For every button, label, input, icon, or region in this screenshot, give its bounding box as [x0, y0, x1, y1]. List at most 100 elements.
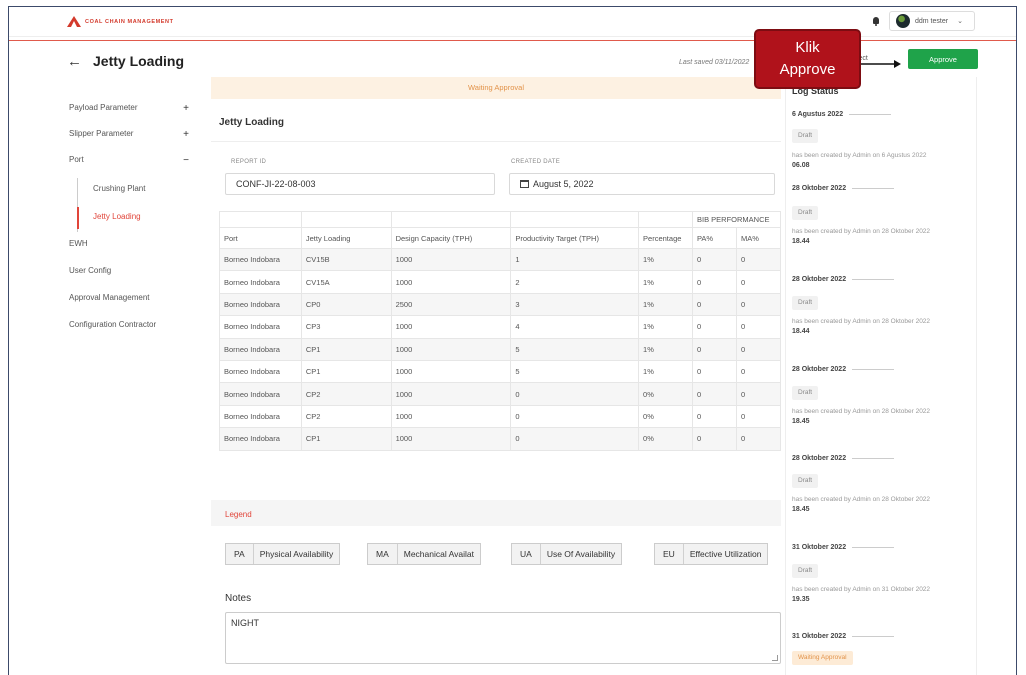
log-entry-text: has been created by Admin on 28 Oktober …: [792, 495, 970, 514]
notes-label: Notes: [225, 593, 252, 604]
table-cell: 1000: [390, 315, 512, 339]
back-arrow-icon[interactable]: ←: [67, 53, 82, 70]
legend-name: Use Of Availability: [546, 549, 616, 559]
sidebar-item-payload-parameter[interactable]: Payload Parameter +: [69, 103, 189, 114]
table-cell: Borneo Indobara: [219, 315, 302, 339]
table-cell: 1%: [638, 292, 693, 317]
table-cell: Borneo Indobara: [219, 247, 302, 272]
log-entry-description: has been created by Admin on 28 Oktober …: [792, 228, 931, 235]
table-cell: 0: [691, 270, 737, 294]
legend-code: MA: [368, 544, 398, 564]
table-header: MA%: [735, 227, 782, 249]
table-cell: 4: [510, 315, 640, 339]
log-entry-time: 18.45: [792, 418, 810, 425]
table-cell: Borneo Indobara: [219, 292, 302, 317]
report-id-label: REPORT ID: [231, 159, 267, 165]
legend-code: UA: [512, 544, 541, 564]
table-header: Jetty Loading: [300, 227, 392, 249]
bell-icon[interactable]: [871, 16, 881, 27]
table-cell: 0: [735, 382, 782, 406]
status-badge: Waiting Approval: [792, 651, 853, 665]
log-entry-time: 06.08: [792, 162, 810, 169]
status-badge: Draft: [792, 296, 819, 310]
log-date: 28 Oktober 2022: [792, 366, 894, 373]
status-badge: Draft: [792, 386, 819, 400]
table-cell: CP3: [300, 315, 392, 339]
table-cell: 0: [735, 404, 782, 429]
sidebar-item-configuration-contractor[interactable]: Configuration Contractor: [69, 320, 189, 329]
sidebar-item-label: Payload Parameter: [69, 103, 138, 112]
table-cell: 2500: [390, 292, 512, 317]
legend-band: [211, 500, 781, 526]
table-header-blank: [390, 211, 512, 228]
sidebar-item-ewh[interactable]: EWH: [69, 239, 189, 248]
active-indicator: [77, 207, 79, 229]
table-row: Borneo Indobara CP2 1000 0 0% 0 0: [219, 404, 782, 429]
callout-arrow-icon: [861, 60, 901, 68]
table-cell: 1: [510, 247, 640, 272]
section-title: Jetty Loading: [219, 117, 285, 128]
minus-icon[interactable]: −: [183, 155, 189, 166]
table-cell: 1000: [390, 427, 512, 451]
sidebar-item-slipper-parameter[interactable]: Slipper Parameter +: [69, 129, 189, 140]
legend-chip-ua: UA Use Of Availability: [511, 543, 623, 565]
sidebar-item-crushing-plant[interactable]: Crushing Plant: [93, 184, 145, 193]
log-status-panel: Log Status 6 Agustus 2022 Draft has been c…: [785, 77, 977, 675]
legend-code: EU: [655, 544, 684, 564]
log-date: 28 Oktober 2022: [792, 276, 894, 283]
status-badge: Draft: [792, 564, 819, 578]
brand-logo[interactable]: COAL CHAIN MANAGEMENT: [67, 16, 174, 27]
table-cell: CP2: [300, 404, 392, 429]
report-id-field[interactable]: CONF-JI-22-08-003: [225, 173, 495, 195]
user-name: ddm tester: [915, 17, 949, 25]
legend-code: PA: [226, 544, 254, 564]
log-entry-time: 18.44: [792, 238, 810, 245]
data-table: BIB PERFORMANCE Port Jetty Loading Desig…: [219, 211, 782, 451]
table-cell: CV15B: [300, 247, 392, 272]
table-cell: 0%: [638, 427, 693, 451]
table-cell: 0: [691, 247, 737, 272]
log-entry-description: has been created by Admin on 6 Agustus 2…: [792, 152, 927, 159]
table-cell: 0: [691, 382, 737, 406]
approve-button[interactable]: Approve: [908, 49, 978, 69]
table-header: Percentage: [638, 227, 693, 249]
table-row: Borneo Indobara CP3 1000 4 1% 0 0: [219, 315, 782, 339]
table-header: Port: [219, 227, 302, 249]
table-header: PA%: [691, 227, 737, 249]
table-cell: CP2: [300, 382, 392, 406]
sidebar-item-label: Slipper Parameter: [69, 129, 134, 138]
table-cell: CP0: [300, 292, 392, 317]
status-banner: Waiting Approval: [211, 77, 781, 99]
log-entry-text: has been created by Admin on 6 Agustus 2…: [792, 151, 970, 170]
table-header-blank: [300, 211, 392, 228]
sidebar-item-port[interactable]: Port −: [69, 155, 189, 166]
table-cell: 1000: [390, 247, 512, 272]
created-date-field[interactable]: August 5, 2022: [509, 173, 775, 195]
table-cell: CP1: [300, 359, 392, 384]
notes-textarea[interactable]: NIGHT: [225, 612, 781, 664]
log-entry-text: has been created by Admin on 28 Oktober …: [792, 407, 970, 426]
table-cell: 1000: [390, 270, 512, 294]
table-cell: 5: [510, 337, 640, 361]
table-cell: 0: [691, 427, 737, 451]
sidebar-item-approval-management[interactable]: Approval Management: [69, 293, 189, 302]
user-menu[interactable]: ddm tester ⌄: [889, 11, 975, 31]
brand-name: COAL CHAIN MANAGEMENT: [85, 18, 174, 25]
plus-icon[interactable]: +: [183, 129, 189, 140]
log-entry-text: has been created by Admin on 28 Oktober …: [792, 317, 970, 336]
table-cell: Borneo Indobara: [219, 382, 302, 406]
legend-name: Physical Availability: [259, 549, 334, 559]
table-header-blank: [510, 211, 640, 228]
resize-handle-icon[interactable]: [772, 655, 778, 661]
table-cell: 0: [691, 359, 737, 384]
table-cell: Borneo Indobara: [219, 270, 302, 294]
table-cell: 0: [510, 382, 640, 406]
table-cell: 1%: [638, 359, 693, 384]
log-entry-time: 19.35: [792, 596, 810, 603]
plus-icon[interactable]: +: [183, 103, 189, 114]
table-cell: 0: [735, 427, 782, 451]
log-entry-description: has been created by Admin on 28 Oktober …: [792, 496, 931, 503]
table-header: Productivity Target (TPH): [510, 227, 640, 249]
sidebar-item-jetty-loading[interactable]: Jetty Loading: [93, 212, 141, 221]
sidebar-item-user-config[interactable]: User Config: [69, 266, 189, 275]
